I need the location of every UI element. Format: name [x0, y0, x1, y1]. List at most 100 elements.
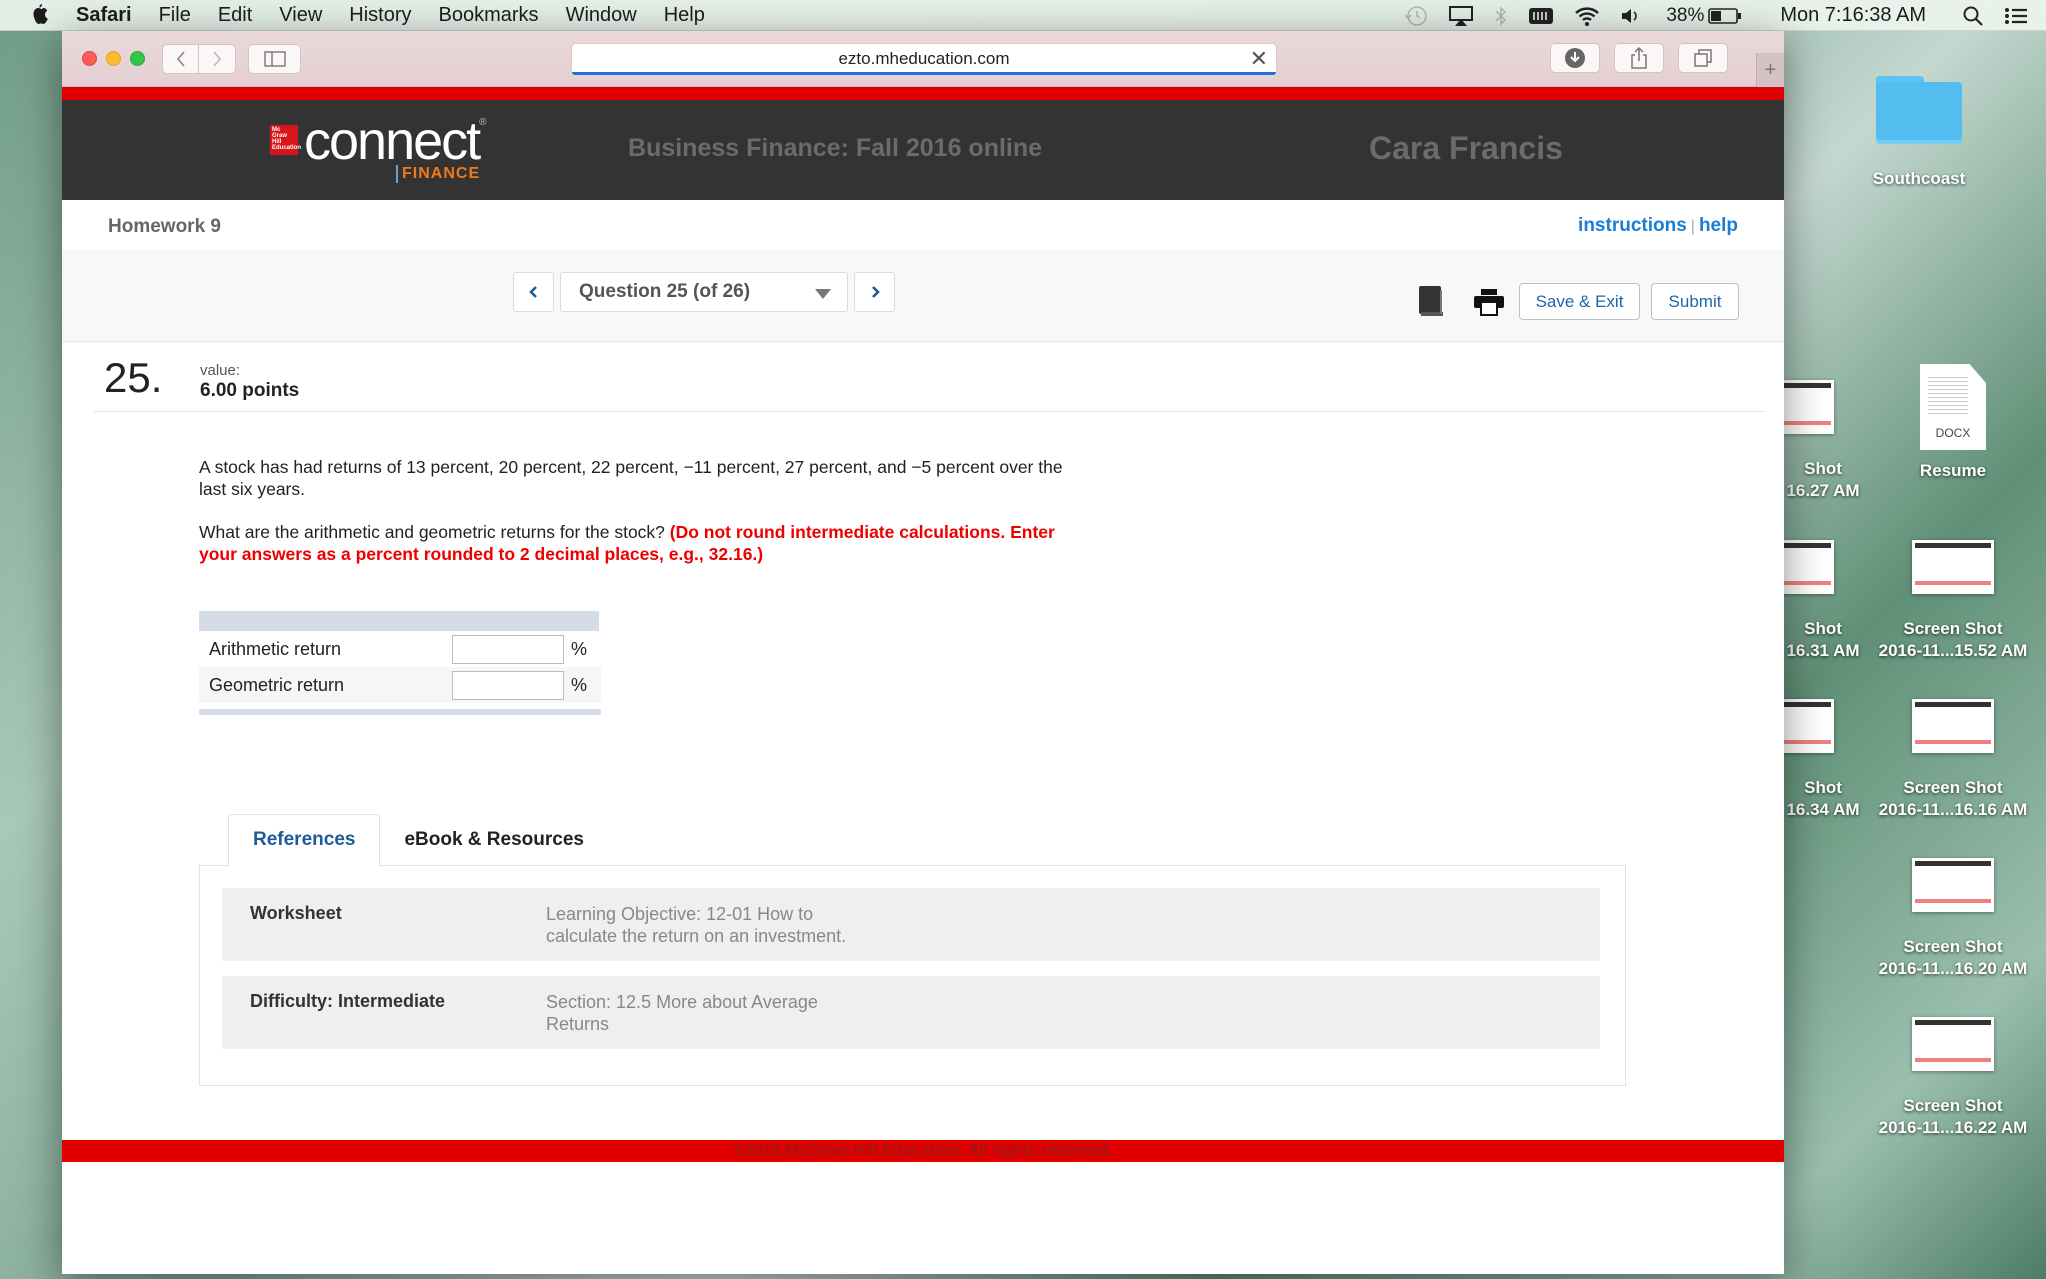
reference-row: Difficulty: Intermediate Section: 12.5 M… [222, 976, 1600, 1049]
spotlight-search-icon[interactable] [1962, 5, 1984, 27]
sidebar-toggle-button[interactable] [248, 43, 301, 74]
volume-icon[interactable] [1620, 6, 1642, 26]
chevron-left-icon [528, 286, 537, 298]
menu-edit[interactable]: Edit [218, 4, 252, 27]
reference-value: Learning Objective: 12-01 How to calcula… [546, 904, 847, 946]
airplay-icon[interactable] [1448, 5, 1474, 27]
keyboard-input-icon[interactable] [1528, 6, 1554, 26]
screenshot-thumbnail-icon [1912, 1017, 1994, 1071]
wifi-icon[interactable] [1574, 5, 1600, 27]
desktop-folder-southcoast[interactable]: Southcoast [1834, 76, 2004, 190]
assignment-card: Homework 9 instructions | help Question 25… [62, 200, 1784, 1140]
web-page: Mc Graw Hill Education connect® FINANCE … [62, 87, 1784, 1274]
menu-bookmarks[interactable]: Bookmarks [439, 4, 539, 27]
tab-references[interactable]: References [228, 814, 381, 866]
desktop-icon-sublabel: 2016-11...16.16 AM [1878, 800, 2028, 819]
menu-bar: Safari File Edit View History Bookmarks … [0, 0, 2046, 31]
desktop-icon-label: Screen Shot [1903, 619, 2003, 638]
desktop-screenshot[interactable]: Screen Shot 2016-11...16.20 AM [1868, 858, 2038, 980]
question-prompt-paragraph: What are the arithmetic and geometric re… [199, 521, 1079, 565]
save-and-exit-button[interactable]: Save & Exit [1519, 283, 1640, 320]
screenshot-thumbnail-icon [1912, 540, 1994, 594]
answer-row-geometric: Geometric return % [199, 667, 601, 703]
browser-toolbar: ezto.mheducation.com ✕ + [62, 31, 1784, 87]
apple-menu-icon[interactable] [30, 4, 50, 26]
desktop-screenshot[interactable]: Screen Shot 2016-11...16.16 AM [1868, 699, 2038, 821]
safari-window: ezto.mheducation.com ✕ + Mc Graw Hill Ed… [62, 31, 1784, 1274]
tab-ebook-resources[interactable]: eBook & Resources [380, 814, 608, 866]
desktop-screenshot[interactable]: Screen Shot 2016-11...15.52 AM [1868, 540, 2038, 662]
notification-center-icon[interactable] [2004, 6, 2028, 26]
downloads-button[interactable] [1550, 43, 1600, 73]
show-tabs-button[interactable] [1678, 43, 1728, 73]
submit-button[interactable]: Submit [1651, 283, 1739, 320]
menu-help[interactable]: Help [664, 4, 705, 27]
fullscreen-window-button[interactable] [130, 51, 145, 66]
next-question-button[interactable] [854, 272, 895, 312]
top-red-bar [62, 87, 1784, 100]
help-links: instructions | help [1578, 215, 1738, 237]
question-points: 6.00 points [200, 380, 300, 401]
back-button[interactable] [162, 43, 199, 74]
time-machine-icon[interactable] [1404, 5, 1428, 27]
menu-view[interactable]: View [279, 4, 322, 27]
plus-icon: + [1764, 58, 1777, 81]
forward-button[interactable] [199, 43, 236, 74]
history-nav [162, 43, 236, 74]
connect-finance-logo[interactable]: Mc Graw Hill Education connect® FINANCE [270, 114, 487, 183]
desktop-icon-label: Screen Shot [1903, 1096, 2003, 1115]
menu-safari[interactable]: Safari [76, 4, 132, 27]
answer-table-header [199, 611, 599, 631]
course-title: Business Finance: Fall 2016 online [628, 134, 1043, 162]
percent-unit: % [571, 638, 588, 659]
help-link[interactable]: help [1699, 215, 1738, 236]
status-area: 38% Mon 7:16:38 AM [1394, 0, 2046, 31]
chevron-right-icon [871, 286, 880, 298]
desktop-icon-label: Southcoast [1872, 169, 1966, 188]
question-number: 25. [104, 354, 163, 401]
reference-row: Worksheet Learning Objective: 12-01 How … [222, 888, 1600, 961]
site-header: Mc Graw Hill Education connect® FINANCE … [62, 100, 1784, 200]
menu-file[interactable]: File [159, 4, 191, 27]
references-panel: Worksheet Learning Objective: 12-01 How … [199, 865, 1626, 1086]
window-controls [82, 51, 154, 66]
address-bar[interactable]: ezto.mheducation.com ✕ [571, 43, 1277, 75]
desktop-screenshot[interactable]: Screen Shot 2016-11...16.22 AM [1868, 1017, 2038, 1139]
download-icon [1565, 48, 1585, 68]
ebook-button[interactable] [1417, 284, 1445, 323]
geometric-return-input[interactable] [452, 671, 564, 700]
desktop-icon-sublabel: 2016-11...16.20 AM [1878, 959, 2028, 978]
arithmetic-return-input[interactable] [452, 635, 564, 664]
reference-value: Section: 12.5 More about Average Returns [546, 992, 818, 1034]
assignment-header: Homework 9 instructions | help [62, 200, 1784, 250]
instructions-link[interactable]: instructions [1578, 215, 1687, 236]
page-load-progress [572, 72, 1276, 75]
subject-tag: FINANCE [396, 165, 480, 183]
new-tab-button[interactable]: + [1756, 53, 1784, 87]
reference-key: Difficulty: Intermediate [250, 991, 446, 1011]
clock[interactable]: Mon 7:16:38 AM [1780, 4, 1926, 27]
printer-icon [1474, 289, 1504, 316]
screenshot-thumbnail-icon [1912, 858, 1994, 912]
menu-history[interactable]: History [349, 4, 411, 27]
desktop-icon-label: Resume [1919, 461, 1987, 480]
assignment-title: Homework 9 [108, 216, 221, 237]
menu-window[interactable]: Window [566, 4, 637, 27]
chevron-left-icon [176, 50, 185, 67]
minimize-window-button[interactable] [106, 51, 121, 66]
question-select-label: Question 25 (of 26) [579, 281, 751, 302]
desktop-icon-sublabel: 2016-11...16.22 AM [1878, 1118, 2028, 1137]
battery-percent[interactable]: 38% [1666, 5, 1704, 27]
print-button[interactable] [1473, 288, 1505, 321]
desktop-file-resume[interactable]: DOCX Resume [1868, 364, 2038, 482]
reference-key: Worksheet [250, 903, 342, 923]
share-button[interactable] [1614, 43, 1664, 73]
question-select-dropdown[interactable]: Question 25 (of 26) [560, 272, 848, 312]
battery-icon[interactable] [1708, 7, 1742, 25]
stop-loading-icon[interactable]: ✕ [1250, 47, 1268, 71]
book-icon [1419, 286, 1443, 316]
close-window-button[interactable] [82, 51, 97, 66]
question-text: A stock has had returns of 13 percent, 2… [199, 457, 1063, 499]
bluetooth-icon[interactable] [1494, 5, 1508, 27]
previous-question-button[interactable] [513, 272, 554, 312]
